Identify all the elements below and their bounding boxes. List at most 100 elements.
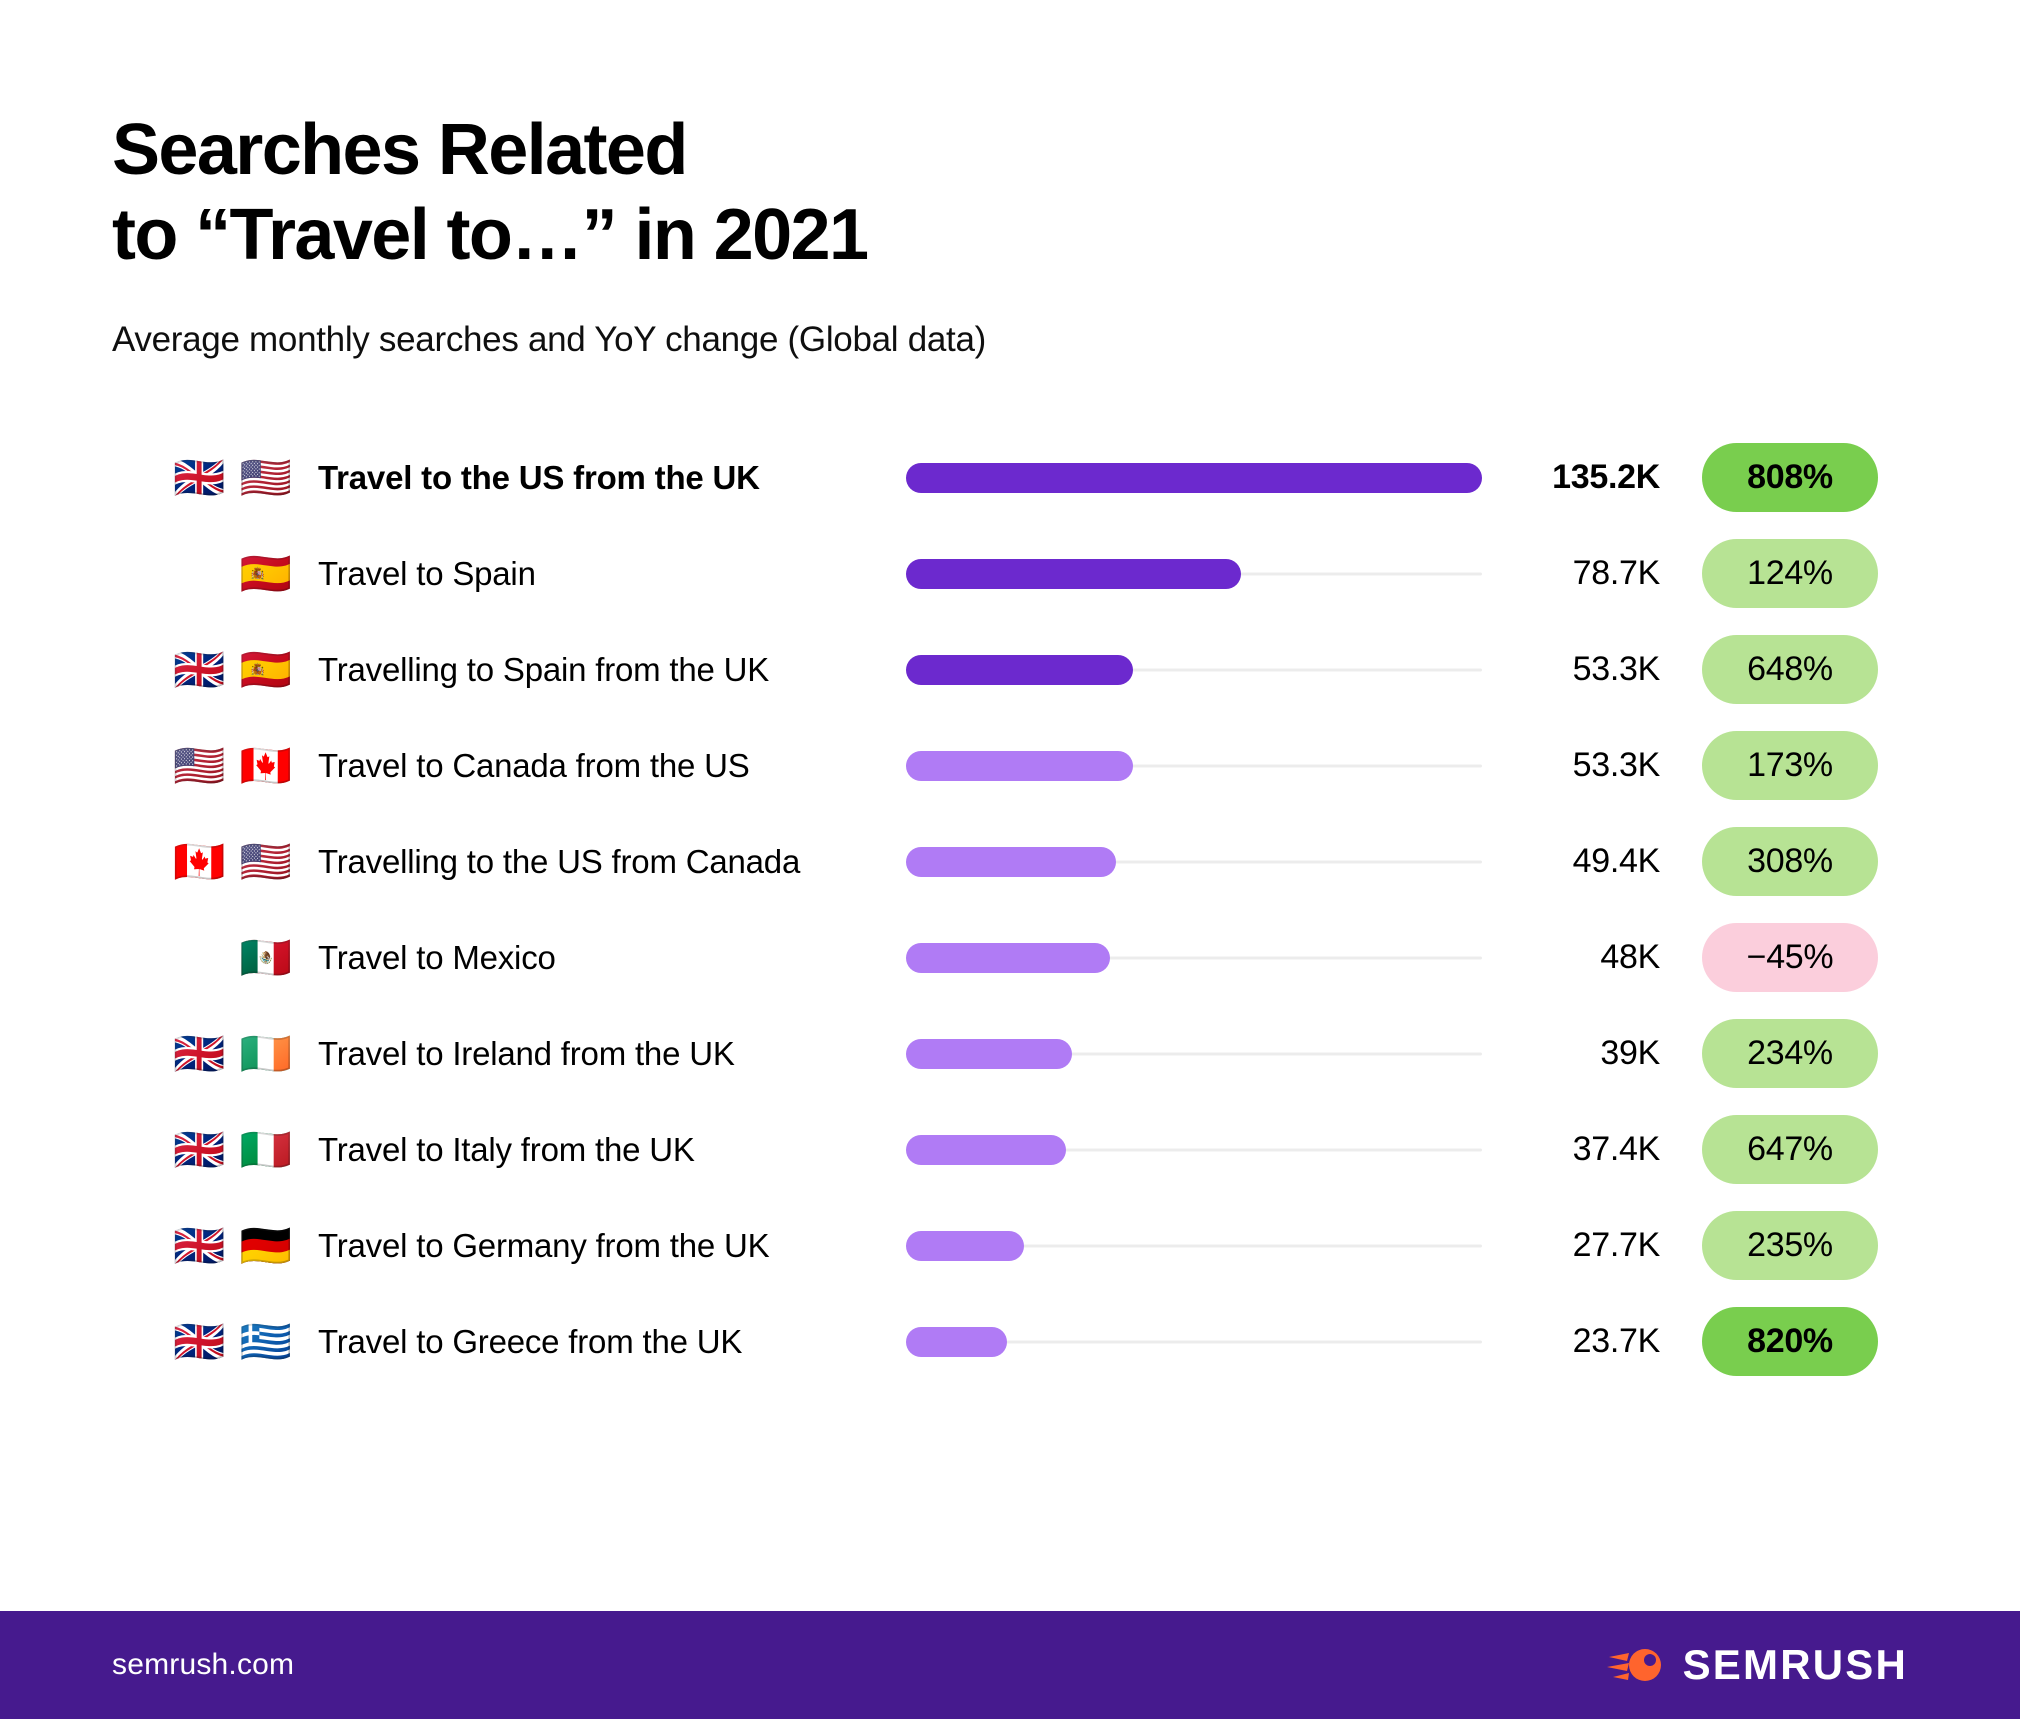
flag-uk-icon: 🇬🇧 <box>173 1028 226 1078</box>
bar-cell <box>906 430 1506 526</box>
bar-fill <box>906 846 1117 877</box>
flag-group: 🇲🇽 <box>112 936 292 979</box>
row-value: 78.7K <box>1572 554 1661 593</box>
page-title: Searches Related to “Travel to…” in 2021 <box>112 110 869 275</box>
yoy-change-badge: 235% <box>1702 1211 1878 1281</box>
chart-row: 🇬🇧 🇮🇹 Travel to Italy from the UK 37.4K 647% <box>112 1102 1908 1198</box>
flag-germany-icon: 🇩🇪 <box>239 1220 292 1270</box>
yoy-change-badge: 124% <box>1702 539 1878 609</box>
chart-row: 🇬🇧 🇩🇪 Travel to Germany from the UK 27.7K 23… <box>112 1198 1908 1294</box>
bar-cell <box>906 1006 1506 1102</box>
badge-cell: 647% <box>1678 1115 1878 1185</box>
yoy-change-badge: 308% <box>1702 827 1878 897</box>
bar-cell <box>906 622 1506 718</box>
badge-cell: −45% <box>1678 923 1878 993</box>
flag-group: 🇬🇧 🇺🇸 <box>112 452 292 502</box>
bar-cell <box>906 1198 1506 1294</box>
row-value: 53.3K <box>1572 746 1661 785</box>
yoy-change-badge: 808% <box>1702 443 1878 513</box>
row-value: 48K <box>1600 938 1660 977</box>
footer: semrush.com SEMRUSH <box>0 1611 2020 1719</box>
row-label: Travel to Canada from the US <box>318 746 750 784</box>
brand-name: SEMRUSH <box>1682 1641 1908 1688</box>
bar-fill <box>906 942 1111 973</box>
flag-group: 🇬🇧 🇪🇸 <box>112 644 292 694</box>
brand-lockup: SEMRUSH <box>1606 1641 1908 1689</box>
row-label: Travel to Ireland from the UK <box>318 1034 735 1072</box>
chart-row: 🇬🇧 🇬🇷 Travel to Greece from the UK 23.7K 820… <box>112 1294 1908 1390</box>
bar-fill <box>906 750 1133 781</box>
row-label: Travel to Mexico <box>318 938 556 976</box>
page-subtitle: Average monthly searches and YoY change … <box>112 319 986 359</box>
flag-us-icon: 🇺🇸 <box>239 836 292 886</box>
row-value: 39K <box>1600 1034 1660 1073</box>
chart-row: 🇬🇧 🇺🇸 Travel to the US from the UK 135.2K 80… <box>112 430 1908 526</box>
bar-cell <box>906 910 1506 1006</box>
bar-chart: 🇬🇧 🇺🇸 Travel to the US from the UK 135.2K 80… <box>0 430 2020 1390</box>
chart-row: 🇪🇸 Travel to Spain 78.7K 124% <box>112 526 1908 622</box>
badge-cell: 648% <box>1678 635 1878 705</box>
badge-cell: 124% <box>1678 539 1878 609</box>
flag-spain-icon: 🇪🇸 <box>239 644 292 694</box>
footer-url[interactable]: semrush.com <box>112 1648 294 1682</box>
flag-uk-icon: 🇬🇧 <box>173 1220 226 1270</box>
row-value: 53.3K <box>1572 650 1661 689</box>
yoy-change-badge: 648% <box>1702 635 1878 705</box>
flag-group: 🇬🇧 🇮🇹 <box>112 1124 292 1174</box>
row-label: Travel to the US from the UK <box>318 458 760 496</box>
semrush-comet-logo-icon <box>1606 1643 1665 1687</box>
header: Searches Related to “Travel to…” in 2021… <box>0 0 2020 360</box>
row-label: Travel to Spain <box>318 554 536 592</box>
bar-fill <box>906 1230 1025 1261</box>
row-value: 135.2K <box>1552 458 1660 497</box>
bar-cell <box>906 1294 1506 1390</box>
flag-uk-icon: 🇬🇧 <box>173 452 226 502</box>
yoy-change-badge: 234% <box>1702 1019 1878 1089</box>
row-label: Travel to Greece from the UK <box>318 1322 743 1360</box>
row-value: 49.4K <box>1572 842 1661 881</box>
flag-uk-icon: 🇬🇧 <box>173 1124 226 1174</box>
yoy-change-badge: 173% <box>1702 731 1878 801</box>
chart-row: 🇬🇧 🇮🇪 Travel to Ireland from the UK 39K 234% <box>112 1006 1908 1102</box>
chart-row: 🇨🇦 🇺🇸 Travelling to the US from Canada 49.4… <box>112 814 1908 910</box>
flag-group: 🇬🇧 🇮🇪 <box>112 1028 292 1078</box>
chart-row: 🇬🇧 🇪🇸 Travelling to Spain from the UK 53.3K… <box>112 622 1908 718</box>
badge-cell: 173% <box>1678 731 1878 801</box>
flag-group: 🇬🇧 🇬🇷 <box>112 1316 292 1366</box>
yoy-change-badge: 820% <box>1702 1307 1878 1377</box>
bar-cell <box>906 526 1506 622</box>
yoy-change-badge: 647% <box>1702 1115 1878 1185</box>
flag-ireland-icon: 🇮🇪 <box>239 1028 292 1078</box>
flag-group: 🇪🇸 <box>112 548 292 598</box>
row-value: 27.7K <box>1572 1226 1661 1265</box>
flag-group: 🇺🇸 🇨🇦 <box>112 740 292 790</box>
badge-cell: 820% <box>1678 1307 1878 1377</box>
badge-cell: 234% <box>1678 1019 1878 1089</box>
row-value: 23.7K <box>1572 1322 1661 1361</box>
badge-cell: 308% <box>1678 827 1878 897</box>
bar-cell <box>906 814 1506 910</box>
yoy-change-badge: −45% <box>1702 923 1878 993</box>
flag-group: 🇬🇧 🇩🇪 <box>112 1220 292 1270</box>
bar-fill <box>906 1326 1007 1357</box>
flag-us-icon: 🇺🇸 <box>239 452 292 502</box>
flag-us-icon: 🇺🇸 <box>173 740 226 790</box>
flag-greece-icon: 🇬🇷 <box>239 1316 292 1366</box>
row-label: Travel to Italy from the UK <box>318 1130 695 1168</box>
row-label: Travelling to the US from Canada <box>318 842 801 880</box>
row-label: Travelling to Spain from the UK <box>318 650 770 688</box>
flag-italy-icon: 🇮🇹 <box>239 1124 292 1174</box>
flag-uk-icon: 🇬🇧 <box>173 1316 226 1366</box>
bar-fill <box>906 462 1482 493</box>
flag-canada-icon: 🇨🇦 <box>173 836 226 886</box>
chart-row: 🇲🇽 Travel to Mexico 48K −45% <box>112 910 1908 1006</box>
bar-fill <box>906 654 1133 685</box>
chart-row: 🇺🇸 🇨🇦 Travel to Canada from the US 53.3K 173… <box>112 718 1908 814</box>
flag-group: 🇨🇦 🇺🇸 <box>112 836 292 886</box>
flag-canada-icon: 🇨🇦 <box>239 740 292 790</box>
bar-fill <box>906 1134 1066 1165</box>
flag-spain-icon: 🇪🇸 <box>239 548 292 598</box>
bar-fill <box>906 1038 1072 1069</box>
bar-cell <box>906 718 1506 814</box>
badge-cell: 235% <box>1678 1211 1878 1281</box>
